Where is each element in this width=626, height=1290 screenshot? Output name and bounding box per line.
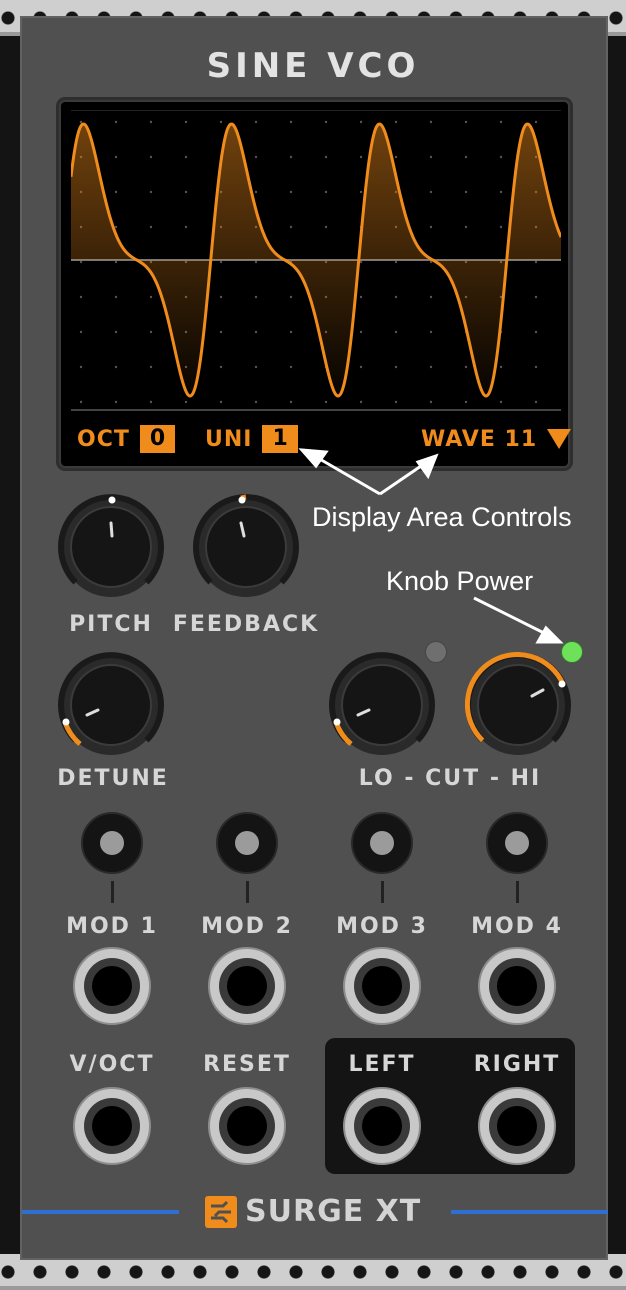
brand-logo: SURGE XT (205, 1194, 421, 1229)
right-output-jack[interactable] (477, 1086, 557, 1166)
voct-input-jack[interactable] (72, 1086, 152, 1166)
lo-cut-knob[interactable] (329, 652, 435, 758)
mod1-attenuverter[interactable] (81, 812, 143, 874)
mod3-stem (381, 881, 384, 903)
right-output-label: RIGHT (473, 1052, 561, 1077)
voct-label: V/OCT (69, 1052, 155, 1077)
reset-input-jack[interactable] (207, 1086, 287, 1166)
mod4-input-jack[interactable] (477, 946, 557, 1026)
hi-cut-power-led[interactable] (561, 641, 583, 663)
mod2-attenuverter[interactable] (216, 812, 278, 874)
mod1-stem (111, 881, 114, 903)
surge-logo-icon (205, 1195, 237, 1228)
mod4-label: MOD 4 (471, 914, 563, 939)
detune-label: DETUNE (57, 766, 169, 791)
mod1-label: MOD 1 (66, 914, 158, 939)
detune-knob[interactable] (58, 652, 164, 758)
mod2-label: MOD 2 (201, 914, 293, 939)
mod2-input-jack[interactable] (207, 946, 287, 1026)
hi-cut-knob[interactable] (465, 652, 571, 758)
footer-line-right (451, 1210, 608, 1214)
mod3-input-jack[interactable] (342, 946, 422, 1026)
annotation-knob-power: Knob Power (386, 566, 534, 596)
left-output-jack[interactable] (342, 1086, 422, 1166)
left-output-label: LEFT (348, 1052, 416, 1077)
feedback-knob[interactable] (193, 494, 299, 600)
lo-cut-power-led[interactable] (425, 641, 447, 663)
reset-label: RESET (203, 1052, 291, 1077)
lo-cut-hi-label: LO - CUT - HI (358, 766, 542, 791)
footer-line-left (22, 1210, 179, 1214)
mod3-attenuverter[interactable] (351, 812, 413, 874)
mod4-stem (516, 881, 519, 903)
feedback-label: FEEDBACK (172, 612, 320, 637)
brand-name: SURGE XT (245, 1194, 422, 1229)
annotation-display-area-controls: Display Area Controls (312, 502, 572, 532)
mod3-label: MOD 3 (336, 914, 428, 939)
pitch-knob[interactable] (58, 494, 164, 600)
mod4-attenuverter[interactable] (486, 812, 548, 874)
mod2-stem (246, 881, 249, 903)
pitch-label: PITCH (69, 612, 153, 637)
mod1-input-jack[interactable] (72, 946, 152, 1026)
